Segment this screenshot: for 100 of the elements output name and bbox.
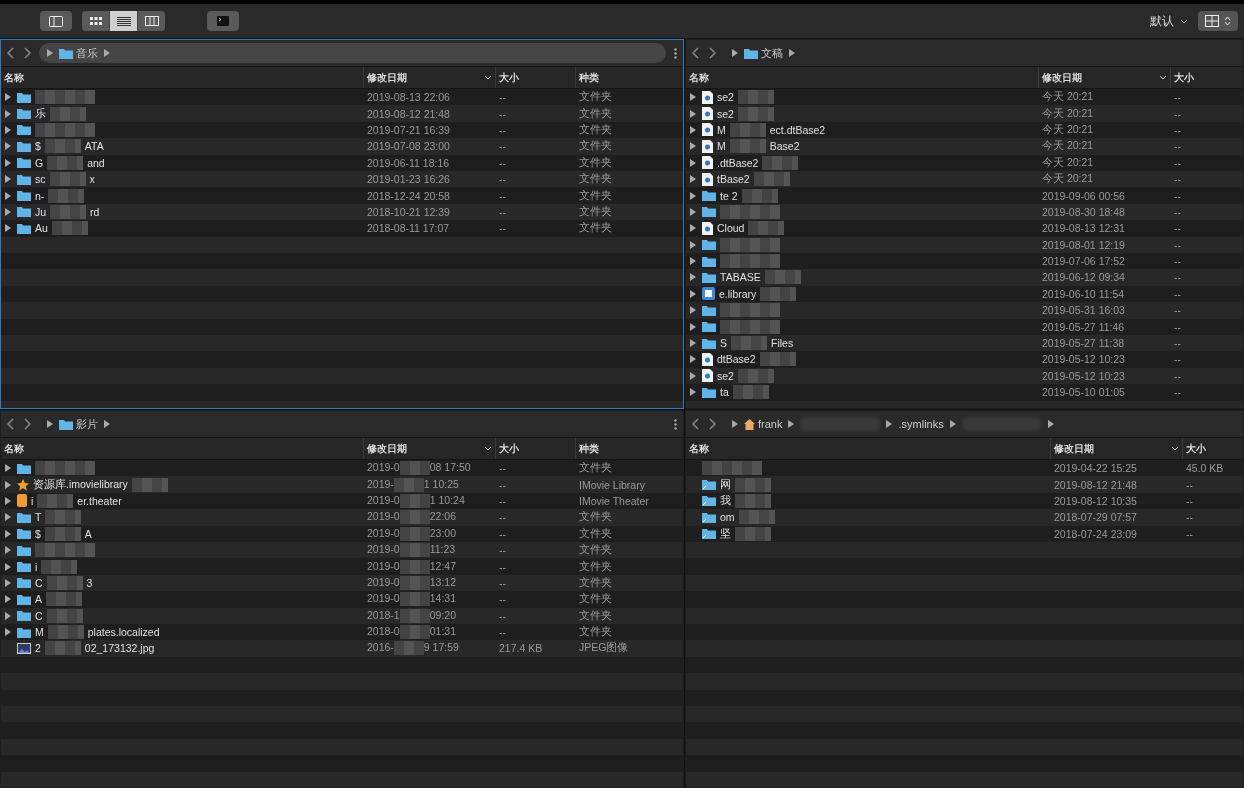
file-row[interactable]: M Base2 今天 20:21 --	[686, 138, 1243, 155]
forward-icon[interactable]	[23, 47, 31, 59]
column-header[interactable]: 大小	[1182, 438, 1243, 459]
file-row[interactable]: 2019-08-13 22:06 -- 文件夹	[1, 89, 683, 106]
file-row[interactable]: om 2018-07-29 07:57 --	[686, 509, 1243, 526]
file-row[interactable]: 2019-08-01 12:19 --	[686, 236, 1243, 253]
file-row[interactable]: Ju rd 2018-10-21 12:39 -- 文件夹	[1, 203, 683, 221]
file-name: 02_173132.jpg	[84, 642, 155, 655]
file-row[interactable]: dtBase2 2019-05-12 10:23 --	[686, 351, 1243, 368]
file-row[interactable]: 乐 2019-08-12 21:48 -- 文件夹	[1, 105, 683, 122]
file-row[interactable]: $ A 2019-0 23:00 -- 文件夹	[1, 525, 683, 542]
column-header[interactable]: 名称	[1, 438, 363, 459]
column-header[interactable]: 名称	[686, 67, 1038, 88]
terminal-button[interactable]	[207, 11, 239, 31]
size-text: --	[499, 609, 506, 622]
file-row[interactable]: 2 02_173132.jpg 2016- 9 17:59 217.4 KB JPEG图像	[1, 640, 683, 657]
file-row[interactable]: Cloud 2019-08-13 12:31 --	[686, 220, 1243, 237]
column-header[interactable]: 修改日期	[363, 438, 495, 459]
file-row[interactable]: G and 2019-06-11 18:16 -- 文件夹	[1, 154, 683, 171]
file-row[interactable]: M ect.dtBase2 今天 20:21 --	[686, 121, 1243, 139]
blurred-patch	[735, 493, 771, 508]
column-header[interactable]: 修改日期	[1050, 438, 1182, 459]
file-row[interactable]: sc x 2019-01-23 16:26 -- 文件夹	[1, 170, 683, 188]
back-icon[interactable]	[7, 418, 15, 430]
file-row[interactable]: TABASE 2019-06-12 09:34 --	[686, 269, 1243, 286]
file-row[interactable]: 网 2019-08-12 21:48 --	[686, 476, 1243, 493]
file-row[interactable]: 2019-0 11:23 -- 文件夹	[1, 541, 683, 559]
file-row[interactable]: ta 2019-05-10 01:05 --	[686, 384, 1243, 401]
file-name: TABASE	[720, 271, 761, 284]
back-icon[interactable]	[7, 47, 15, 59]
date-text: 2019-05-10 01:05	[1042, 386, 1125, 399]
forward-icon[interactable]	[708, 418, 716, 430]
file-row[interactable]: 2019-05-31 16:03 --	[686, 302, 1243, 319]
column-header[interactable]: 修改日期	[363, 67, 495, 88]
forward-icon[interactable]	[23, 418, 31, 430]
view-mode-button[interactable]	[138, 11, 165, 31]
file-row[interactable]: tBase2 今天 20:21 --	[686, 170, 1243, 188]
file-row[interactable]: i er.theater 2019-0 1 10:24 -- IMovie Theater	[1, 492, 683, 510]
file-row[interactable]: 2019-04-22 15:25 45.0 KB	[686, 460, 1243, 477]
size-text: --	[499, 544, 506, 557]
sort-menu-button[interactable]: 默认	[1150, 12, 1188, 30]
file-row[interactable]: se2 今天 20:21 --	[686, 105, 1243, 122]
file-name: 乐	[35, 106, 46, 121]
file-row[interactable]: C 2018-1 09:20 -- 文件夹	[1, 607, 683, 624]
size-text: --	[1174, 205, 1181, 218]
column-header[interactable]: 大小	[495, 67, 575, 88]
column-header[interactable]: 名称	[686, 438, 1050, 459]
file-row[interactable]: 2019-05-27 11:46 --	[686, 318, 1243, 335]
more-icon[interactable]	[674, 47, 677, 59]
file-row[interactable]: 坚 2018-07-24 23:09 --	[686, 525, 1243, 542]
column-header[interactable]: 大小	[495, 438, 575, 459]
file-row[interactable]: .dtBase2 今天 20:21 --	[686, 154, 1243, 171]
path-item[interactable]: .symlinks	[898, 418, 944, 430]
column-header[interactable]: 名称	[1, 67, 363, 88]
sidebar-toggle-button[interactable]	[40, 11, 72, 31]
date-text: 2019-08-12 21:48	[367, 107, 450, 120]
file-row[interactable]: C 3 2019-0 13:12 -- 文件夹	[1, 574, 683, 592]
size-text: --	[1174, 173, 1181, 186]
file-row[interactable]: 我 2019-08-12 10:35 --	[686, 492, 1243, 510]
file-row[interactable]: se2 今天 20:21 --	[686, 89, 1243, 106]
file-row[interactable]: e.library 2019-06-10 11:54 --	[686, 285, 1243, 303]
back-icon[interactable]	[692, 418, 700, 430]
file-name: n-	[35, 189, 45, 202]
folder-icon	[702, 255, 716, 267]
file-row[interactable]: te 2 2019-09-06 00:56 --	[686, 187, 1243, 204]
file-row[interactable]: 资源库.imovielibrary 2019- 1 10:25 -- IMovie Library	[1, 476, 683, 493]
file-row[interactable]: se2 2019-05-12 10:23 --	[686, 367, 1243, 385]
column-header[interactable]: 种类	[575, 67, 683, 88]
kind-text: IMovie Theater	[579, 494, 649, 507]
column-header[interactable]: 大小	[1170, 67, 1243, 88]
forward-icon[interactable]	[708, 47, 716, 59]
file-row[interactable]: T 2019-0 22:06 -- 文件夹	[1, 509, 683, 526]
layout-button[interactable]	[1198, 11, 1238, 31]
path-item[interactable]: frank	[744, 418, 783, 430]
view-mode-button[interactable]	[82, 11, 109, 31]
path-bar[interactable]: 音乐	[39, 43, 666, 63]
file-row[interactable]: $ ATA 2019-07-08 23:00 -- 文件夹	[1, 138, 683, 155]
folder-icon	[702, 272, 716, 283]
column-header[interactable]: 种类	[575, 438, 683, 459]
file-row[interactable]: A 2019-0 14:31 -- 文件夹	[1, 591, 683, 608]
column-header[interactable]: 修改日期	[1038, 67, 1170, 88]
view-mode-button[interactable]	[110, 11, 137, 31]
path-item[interactable]: 音乐	[59, 45, 98, 61]
date-text: 2019-05-12 10:23	[1042, 353, 1125, 366]
file-row[interactable]: M plates.localized 2018-0 01:31 -- 文件夹	[1, 623, 683, 641]
more-icon[interactable]	[674, 418, 677, 430]
file-row[interactable]: 2019-07-06 17:52 --	[686, 252, 1243, 270]
size-text: --	[1174, 238, 1181, 251]
path-item[interactable]: 影片	[59, 416, 98, 432]
file-row[interactable]: n- 2018-12-24 20:58 -- 文件夹	[1, 187, 683, 204]
back-icon[interactable]	[692, 47, 700, 59]
star-icon	[17, 478, 29, 491]
file-row[interactable]: 2019-08-30 18:48 --	[686, 203, 1243, 221]
file-row[interactable]: 2019-0 08 17:50 -- 文件夹	[1, 460, 683, 477]
path-item[interactable]: 文稿	[744, 45, 783, 61]
folder-icon	[17, 222, 31, 234]
file-row[interactable]: S Files 2019-05-27 11:38 --	[686, 334, 1243, 352]
file-row[interactable]: Au 2018-08-11 17:07 -- 文件夹	[1, 220, 683, 237]
file-row[interactable]: 2019-07-21 16:39 -- 文件夹	[1, 121, 683, 139]
file-row[interactable]: i 2019-0 12:47 -- 文件夹	[1, 558, 683, 575]
